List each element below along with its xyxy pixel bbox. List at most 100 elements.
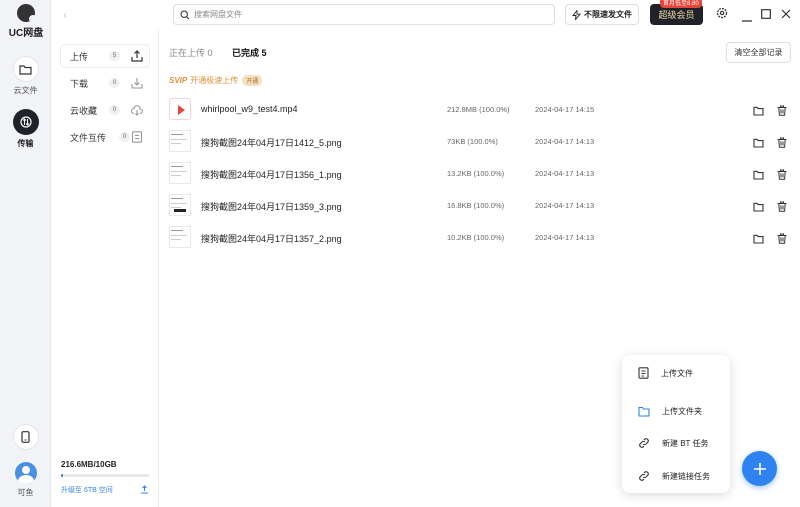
nav-item-upload[interactable]: 上传 5 [61, 45, 149, 67]
delete-icon[interactable] [777, 135, 787, 153]
lightning-icon [572, 9, 581, 20]
storage-bar-fill [61, 474, 63, 477]
open-folder-icon[interactable] [753, 167, 764, 185]
file-size: 73KB (100.0%) [447, 137, 498, 146]
file-size: 13.2KB (100.0%) [447, 169, 505, 178]
file-name: 搜狗截图24年04月17日1357_2.png [201, 234, 342, 244]
back-arrow-icon[interactable]: ‹ [63, 8, 67, 22]
transfer-sub-nav: 上传 5 下载 0 云收藏 0 文件互传 0 216.6MB/10GB 升级至 … [51, 30, 159, 507]
storage-text: 216.6MB/10GB [61, 460, 117, 469]
menu-item-upload-file[interactable]: 上传文件 [622, 361, 730, 385]
file-size: 212.8MB (100.0%) [447, 105, 510, 114]
file-row[interactable]: 搜狗截图24年04月17日1359_3.png 16.8KB (100.0%) 20… [159, 191, 800, 221]
add-task-button[interactable] [742, 451, 777, 486]
open-folder-icon[interactable] [753, 231, 764, 249]
delete-icon[interactable] [777, 199, 787, 217]
nav-item-label: 文件互传 [70, 132, 107, 143]
uc-logo-icon [17, 4, 37, 23]
delete-icon[interactable] [777, 103, 787, 121]
menu-item-new-link-task[interactable]: 新建链接任务 [622, 464, 730, 488]
nav-item-label: 下载 [70, 78, 89, 89]
search-input[interactable]: 搜索网盘文件 [173, 4, 555, 25]
settings-icon[interactable] [716, 7, 728, 22]
nav-item-count: 0 [109, 78, 120, 88]
open-folder-icon[interactable] [753, 135, 764, 153]
close-icon[interactable] [781, 9, 791, 22]
nav-item-download[interactable]: 下载 0 [61, 72, 149, 94]
storage-usage: 216.6MB/10GB 升级至 6TB 空间 [61, 460, 149, 495]
file-date: 2024-04-17 14:13 [535, 169, 595, 178]
nav-item-label: 云收藏 [70, 105, 98, 116]
search-placeholder: 搜索网盘文件 [194, 10, 242, 19]
file-transfer-icon [131, 131, 143, 143]
left-rail: UC网盘 云文件 传输 可鱼 [0, 0, 51, 507]
cloud-collect-icon [131, 105, 143, 116]
transfer-icon [12, 109, 39, 135]
image-thumbnail [169, 194, 191, 216]
svip-open-button[interactable]: 开通 [242, 75, 263, 86]
file-name: 搜狗截图24年04月17日1356_1.png [201, 170, 342, 180]
nav-item-count: 0 [119, 132, 130, 142]
file-row[interactable]: 搜狗截图24年04月17日1412_5.png 73KB (100.0%) 2024… [159, 127, 800, 157]
nav-item-count: 5 [109, 51, 120, 61]
maximize-icon[interactable] [761, 9, 771, 22]
file-row[interactable]: 搜狗截图24年04月17日1356_1.png 13.2KB (100.0%) 20… [159, 159, 800, 189]
video-file-icon [169, 98, 191, 120]
file-name: 搜狗截图24年04月17日1359_3.png [201, 202, 342, 212]
nav-item-cloud-collect[interactable]: 云收藏 0 [61, 99, 149, 121]
file-name: whirlpool_w9_test4.mp4 [201, 104, 298, 114]
svip-tag: SVIP [169, 76, 188, 85]
menu-item-label: 新建链接任务 [662, 471, 710, 481]
upgrade-text: 升级至 6TB 空间 [61, 487, 113, 494]
rail-item-label: 云文件 [13, 86, 38, 95]
file-date: 2024-04-17 14:15 [535, 105, 595, 114]
file-size: 16.8KB (100.0%) [447, 201, 505, 210]
phone-icon [12, 424, 39, 450]
image-thumbnail [169, 162, 191, 184]
avatar [14, 462, 37, 484]
rail-item-transfer[interactable]: 传输 [7, 109, 44, 149]
clear-all-records-button[interactable]: 清空全部记录 [726, 42, 791, 63]
file-name: 搜狗截图24年04月17日1412_5.png [201, 138, 342, 148]
user-name: 可鱼 [17, 488, 34, 497]
user-profile[interactable]: 可鱼 [7, 462, 44, 498]
nav-item-count: 0 [109, 105, 120, 115]
tab-uploading[interactable]: 正在上传 0 [169, 46, 213, 59]
file-date: 2024-04-17 14:13 [535, 233, 595, 242]
image-thumbnail [169, 130, 191, 152]
search-icon [180, 9, 190, 19]
menu-item-upload-folder[interactable]: 上传文件夹 [622, 399, 730, 423]
file-row[interactable]: 搜狗截图24年04月17日1357_2.png 10.2KB (100.0%) 20… [159, 223, 800, 253]
nav-item-label: 上传 [70, 51, 89, 62]
folder-icon [12, 56, 39, 82]
storage-bar [61, 474, 149, 477]
unlimited-speed-send-button[interactable]: 不限速发文件 [565, 4, 639, 25]
plus-icon [753, 462, 766, 475]
nav-item-file-transfer[interactable]: 文件互传 0 [61, 126, 149, 148]
menu-item-new-bt-task[interactable]: 新建 BT 任务 [622, 431, 730, 455]
svip-promo[interactable]: SVIP 开通极速上传 开通 [169, 75, 263, 86]
menu-item-label: 上传文件 [661, 368, 693, 378]
new-task-menu: 上传文件 上传文件夹 新建 BT 任务 新建链接任务 [622, 355, 730, 493]
svip-text: 开通极速上传 [190, 76, 239, 85]
menu-item-label: 上传文件夹 [662, 406, 702, 416]
file-row[interactable]: whirlpool_w9_test4.mp4 212.8MB (100.0%) 20… [159, 95, 800, 125]
upgrade-storage-link[interactable]: 升级至 6TB 空间 [61, 485, 149, 495]
open-folder-icon[interactable] [753, 103, 764, 121]
app-logo: UC网盘 [7, 4, 45, 39]
upload-icon [131, 50, 143, 62]
delete-icon[interactable] [777, 167, 787, 185]
rail-phone-button[interactable] [7, 424, 44, 450]
menu-item-label: 新建 BT 任务 [662, 438, 709, 448]
upgrade-arrow-icon [141, 485, 148, 494]
file-size: 10.2KB (100.0%) [447, 233, 505, 242]
delete-icon[interactable] [777, 231, 787, 249]
file-date: 2024-04-17 14:13 [535, 137, 595, 146]
file-date: 2024-04-17 14:13 [535, 201, 595, 210]
tab-completed[interactable]: 已完成 5 [232, 46, 267, 59]
image-thumbnail [169, 226, 191, 248]
minimize-icon[interactable] [742, 13, 752, 25]
rail-item-cloud-files[interactable]: 云文件 [7, 56, 44, 96]
open-folder-icon[interactable] [753, 199, 764, 217]
bt-task-icon [639, 438, 649, 448]
